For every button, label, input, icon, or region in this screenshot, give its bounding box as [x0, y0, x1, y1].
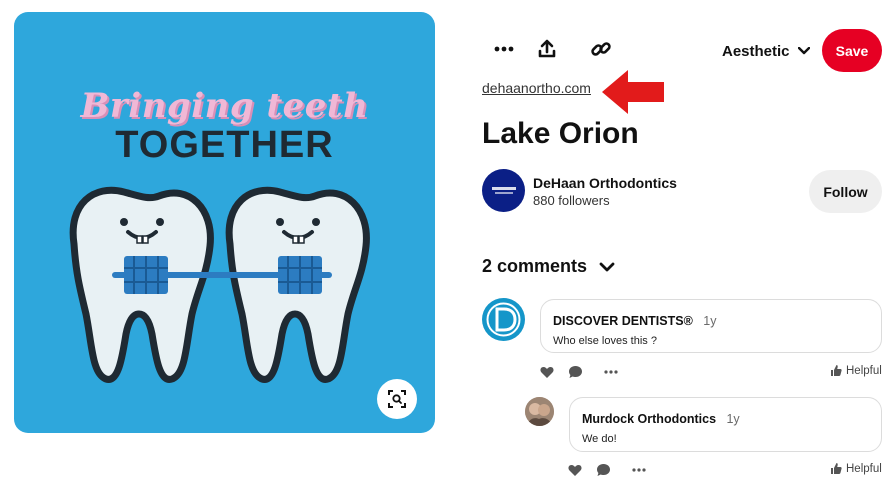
reply-button[interactable] — [594, 461, 612, 479]
pin-image[interactable]: Bringing teeth TOGETHER — [14, 12, 435, 433]
link-icon — [591, 42, 611, 56]
right-bracket — [278, 256, 322, 294]
comment-avatar[interactable] — [525, 397, 554, 426]
comment-avatar[interactable] — [482, 298, 525, 341]
comment-text: Who else loves this ? — [553, 335, 657, 347]
board-selector[interactable]: Aesthetic — [722, 41, 810, 61]
more-options-button[interactable] — [491, 36, 517, 62]
comment-author[interactable]: DISCOVER DENTISTS® — [553, 314, 693, 328]
helpful-button[interactable]: Helpful — [830, 462, 882, 475]
comment-more-button[interactable] — [630, 461, 648, 479]
helpful-button[interactable]: Helpful — [830, 364, 882, 377]
more-dots-icon — [604, 370, 618, 374]
comments-toggle[interactable]: 2 comments — [482, 256, 615, 277]
chevron-down-icon — [599, 262, 615, 271]
comment-time: 1y — [726, 412, 740, 426]
chevron-down-icon — [797, 47, 810, 55]
thumbs-up-icon — [831, 365, 842, 376]
like-button[interactable] — [538, 363, 556, 381]
comment-author[interactable]: Murdock Orthodontics — [582, 412, 716, 426]
comment-actions — [566, 461, 648, 479]
creator-followers: 880 followers — [533, 193, 610, 208]
board-label: Aesthetic — [722, 42, 790, 60]
visual-search-icon — [388, 390, 406, 408]
visual-search-button[interactable] — [377, 379, 417, 419]
comment-more-button[interactable] — [602, 363, 620, 381]
creator-logo — [491, 186, 516, 194]
follow-button[interactable]: Follow — [809, 170, 882, 213]
speech-bubble-icon — [596, 464, 610, 476]
red-arrow-annotation — [602, 70, 664, 114]
image-headline-line1: Bringing teeth — [80, 86, 369, 126]
creator-name[interactable]: DeHaan Orthodontics — [533, 175, 677, 191]
speech-bubble-icon — [568, 366, 582, 378]
comment-actions — [538, 363, 620, 381]
teeth-with-braces-illustration — [69, 186, 370, 383]
comment-text: We do! — [582, 433, 617, 445]
source-link[interactable]: dehaanortho.com — [482, 80, 591, 96]
comment-bubble: Murdock Orthodontics 1y We do! — [569, 397, 882, 452]
copy-link-button[interactable] — [588, 36, 614, 62]
helpful-label: Helpful — [846, 462, 882, 475]
creator-avatar[interactable] — [482, 169, 525, 212]
save-button[interactable]: Save — [822, 29, 882, 72]
discover-dentists-logo — [486, 302, 521, 337]
pin-title: Lake Orion — [482, 117, 639, 150]
comment-bubble: DISCOVER DENTISTS® 1y Who else loves thi… — [540, 299, 882, 353]
heart-icon — [540, 366, 554, 378]
comment-time: 1y — [703, 314, 717, 328]
more-dots-icon — [632, 468, 646, 472]
comments-count: 2 comments — [482, 256, 588, 276]
helpful-label: Helpful — [846, 364, 882, 377]
user-photo-avatar — [525, 397, 554, 426]
image-headline-line2: TOGETHER — [115, 124, 334, 166]
left-bracket — [124, 256, 168, 294]
heart-icon — [568, 464, 582, 476]
thumbs-up-icon — [831, 463, 842, 474]
share-upload-icon — [538, 39, 556, 58]
more-dots-icon — [494, 46, 514, 52]
share-button[interactable] — [534, 36, 560, 62]
like-button[interactable] — [566, 461, 584, 479]
reply-button[interactable] — [566, 363, 584, 381]
